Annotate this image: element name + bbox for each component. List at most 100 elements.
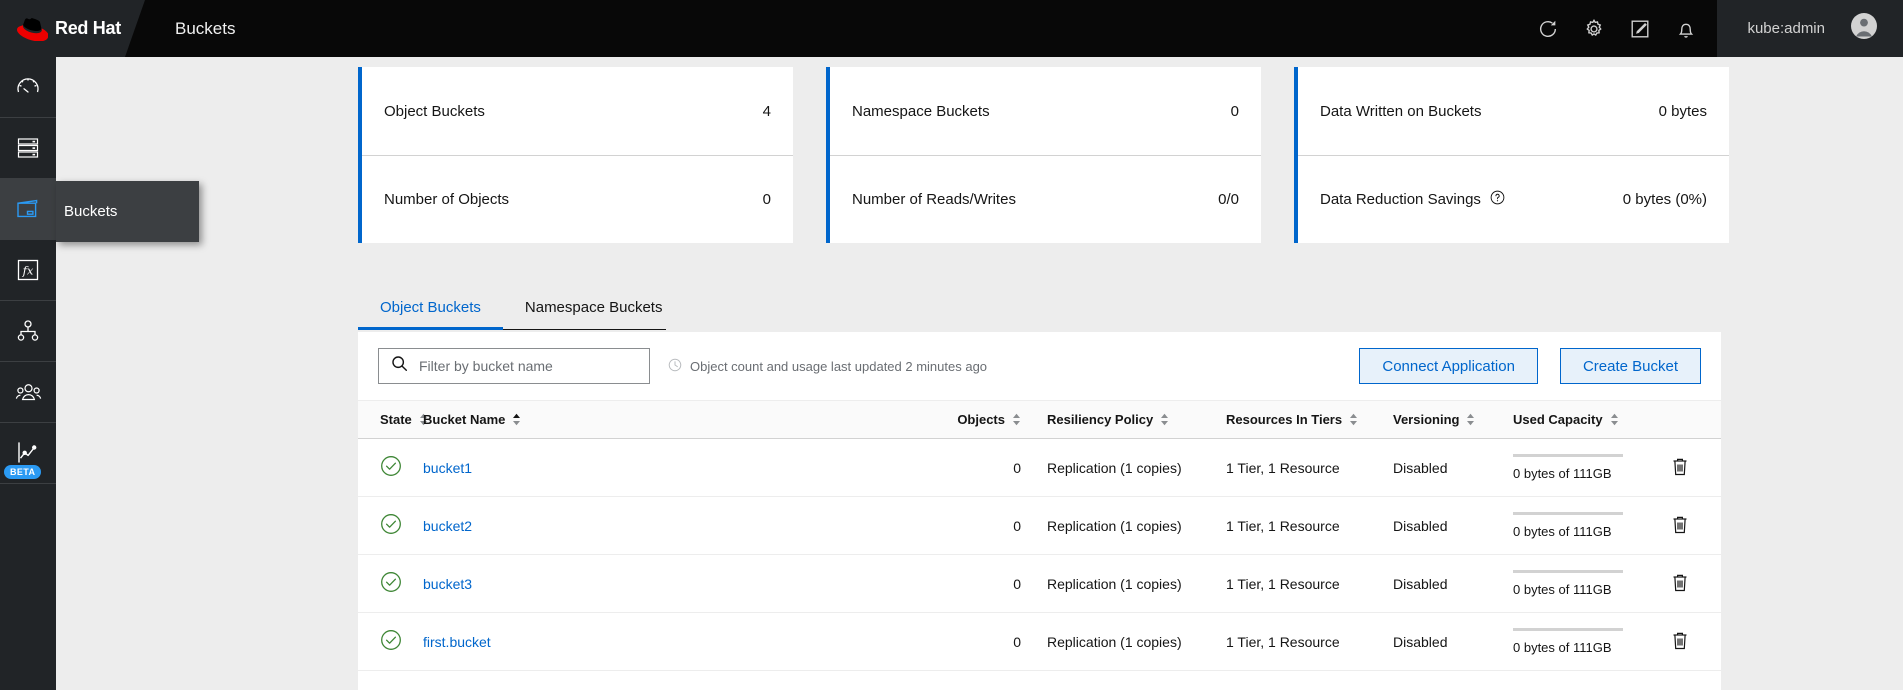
sort-icon bbox=[1012, 413, 1021, 426]
create-bucket-button[interactable]: Create Bucket bbox=[1559, 348, 1701, 384]
bucket-name-link[interactable]: first.bucket bbox=[423, 634, 491, 650]
delete-bucket-icon[interactable] bbox=[1670, 572, 1690, 596]
column-header-resiliency-policy[interactable]: Resiliency Policy bbox=[1021, 401, 1201, 439]
table-row[interactable]: first.bucket 0 Replication (1 copies) 1 … bbox=[358, 612, 1721, 671]
red-hat-logo: Red Hat bbox=[17, 17, 121, 41]
tab-namespace-buckets[interactable]: Namespace Buckets bbox=[503, 285, 685, 329]
brand-label: Red Hat bbox=[55, 18, 121, 38]
column-header-used-capacity[interactable]: Used Capacity bbox=[1498, 401, 1638, 439]
bucket-name-link[interactable]: bucket3 bbox=[423, 576, 472, 592]
stat-label: Data Reduction Savings bbox=[1320, 191, 1481, 208]
content-area: Object Buckets 4 Number of Objects 0 Nam… bbox=[301, 57, 1729, 690]
sidebar-item-topology[interactable] bbox=[0, 301, 56, 362]
delete-bucket-icon[interactable] bbox=[1670, 630, 1690, 654]
status-healthy-icon bbox=[380, 456, 402, 480]
capacity-progress-bar bbox=[1513, 570, 1623, 573]
search-input[interactable] bbox=[419, 358, 637, 374]
buckets-table: State Bucket Name Objects Resiliency Pol… bbox=[358, 400, 1721, 671]
cell-resiliency: Replication (1 copies) bbox=[1021, 612, 1201, 671]
table-header-row: State Bucket Name Objects Resiliency Pol… bbox=[358, 400, 1721, 439]
column-header-resiliency-inner[interactable]: Resiliency Policy bbox=[1047, 412, 1201, 427]
delete-bucket-icon[interactable] bbox=[1670, 456, 1690, 480]
page-title: Buckets bbox=[175, 18, 236, 38]
column-header-bucket-name[interactable]: Bucket Name bbox=[423, 401, 931, 439]
refresh-icon[interactable] bbox=[1525, 0, 1571, 57]
bucket-name-link[interactable]: bucket1 bbox=[423, 460, 472, 476]
cell-state bbox=[358, 496, 423, 555]
cell-actions bbox=[1638, 438, 1721, 497]
cell-objects: 0 bbox=[931, 554, 1021, 613]
capacity-label: 0 bytes of 111GB bbox=[1513, 466, 1612, 481]
sidebar-item-functions[interactable]: fx bbox=[0, 240, 56, 301]
table-row[interactable]: bucket3 0 Replication (1 copies) 1 Tier,… bbox=[358, 554, 1721, 613]
bucket-name-link[interactable]: bucket2 bbox=[423, 518, 472, 534]
buckets-table-head: State Bucket Name Objects Resiliency Pol… bbox=[358, 400, 1721, 439]
cell-versioning: Disabled bbox=[1376, 554, 1498, 613]
column-header-resources-in-tiers[interactable]: Resources In Tiers bbox=[1201, 401, 1376, 439]
status-healthy-icon bbox=[380, 514, 402, 538]
beta-badge: BETA bbox=[4, 465, 42, 479]
sidebar-item-analytics[interactable]: BETA bbox=[0, 423, 56, 484]
delete-bucket-icon[interactable] bbox=[1670, 514, 1690, 538]
cell-resiliency: Replication (1 copies) bbox=[1021, 438, 1201, 497]
masthead: Red Hat Buckets kube:admin bbox=[0, 0, 1903, 57]
sidebar-item-overview[interactable] bbox=[0, 57, 56, 118]
brand-block[interactable]: Red Hat bbox=[0, 0, 145, 57]
sort-icon bbox=[1349, 413, 1358, 426]
tab-object-buckets[interactable]: Object Buckets bbox=[358, 285, 503, 330]
namespace-buckets-card: Namespace Buckets 0 Number of Reads/Writ… bbox=[826, 67, 1261, 243]
column-header-versioning-inner[interactable]: Versioning bbox=[1393, 412, 1498, 427]
buckets-table-body: bucket1 0 Replication (1 copies) 1 Tier,… bbox=[358, 438, 1721, 671]
masthead-right: kube:admin bbox=[1525, 0, 1903, 57]
column-header-capacity-inner[interactable]: Used Capacity bbox=[1513, 412, 1638, 427]
sidebar-item-storage[interactable] bbox=[0, 118, 56, 179]
server-stack-icon bbox=[15, 135, 41, 161]
table-row[interactable]: bucket2 0 Replication (1 copies) 1 Tier,… bbox=[358, 496, 1721, 555]
column-header-tiers-inner[interactable]: Resources In Tiers bbox=[1226, 412, 1376, 427]
svg-text:fx: fx bbox=[22, 263, 34, 277]
stat-label: Number of Reads/Writes bbox=[852, 191, 1016, 208]
line-chart-icon bbox=[14, 440, 42, 466]
stat-label: Number of Objects bbox=[384, 191, 510, 208]
search-input-wrapper[interactable] bbox=[378, 348, 650, 384]
search-icon bbox=[391, 355, 408, 377]
column-header-versioning[interactable]: Versioning bbox=[1376, 401, 1498, 439]
data-written-card: Data Written on Buckets 0 bytes Data Red… bbox=[1294, 67, 1729, 243]
bell-icon[interactable] bbox=[1663, 0, 1709, 57]
column-header-bucket-name-inner[interactable]: Bucket Name bbox=[423, 412, 931, 427]
capacity-meter: 0 bytes of 111GB bbox=[1513, 570, 1623, 597]
edit-square-icon[interactable] bbox=[1617, 0, 1663, 57]
stat-label: Data Written on Buckets bbox=[1320, 102, 1482, 120]
help-circle-icon[interactable] bbox=[1490, 190, 1505, 209]
bucket-type-tabs: Object Buckets Namespace Buckets bbox=[358, 285, 666, 330]
sort-icon bbox=[1610, 413, 1619, 426]
capacity-meter: 0 bytes of 111GB bbox=[1513, 628, 1623, 655]
stat-value: 0/0 bbox=[1218, 191, 1239, 208]
user-menu[interactable]: kube:admin bbox=[1717, 0, 1903, 57]
column-header-objects-inner[interactable]: Objects bbox=[931, 412, 1021, 427]
sidebar-item-buckets[interactable] bbox=[0, 179, 56, 240]
red-hat-hat-icon bbox=[17, 17, 48, 41]
column-header-objects[interactable]: Objects bbox=[931, 401, 1021, 439]
cell-bucket-name: bucket2 bbox=[423, 496, 931, 555]
sidebar-item-accounts[interactable] bbox=[0, 362, 56, 423]
capacity-progress-bar bbox=[1513, 454, 1623, 457]
connect-application-button[interactable]: Connect Application bbox=[1359, 348, 1538, 384]
cell-resiliency: Replication (1 copies) bbox=[1021, 554, 1201, 613]
cell-bucket-name: bucket3 bbox=[423, 554, 931, 613]
cell-state bbox=[358, 554, 423, 613]
cell-tiers: 1 Tier, 1 Resource bbox=[1201, 496, 1376, 555]
stat-row-reads-writes: Number of Reads/Writes 0/0 bbox=[830, 155, 1261, 243]
stat-card-row: Object Buckets 4 Number of Objects 0 Nam… bbox=[358, 67, 1729, 243]
fx-icon: fx bbox=[15, 257, 41, 283]
stat-value: 0 bbox=[762, 191, 771, 208]
sidebar-flyout-buckets[interactable]: Buckets bbox=[56, 181, 199, 242]
table-row[interactable]: bucket1 0 Replication (1 copies) 1 Tier,… bbox=[358, 438, 1721, 497]
gear-icon[interactable] bbox=[1571, 0, 1617, 57]
column-header-state[interactable]: State bbox=[358, 401, 427, 439]
column-header-state-inner[interactable]: State bbox=[380, 412, 427, 427]
cell-tiers: 1 Tier, 1 Resource bbox=[1201, 554, 1376, 613]
cell-tiers: 1 Tier, 1 Resource bbox=[1201, 438, 1376, 497]
cell-bucket-name: bucket1 bbox=[423, 438, 931, 497]
cell-resiliency: Replication (1 copies) bbox=[1021, 496, 1201, 555]
